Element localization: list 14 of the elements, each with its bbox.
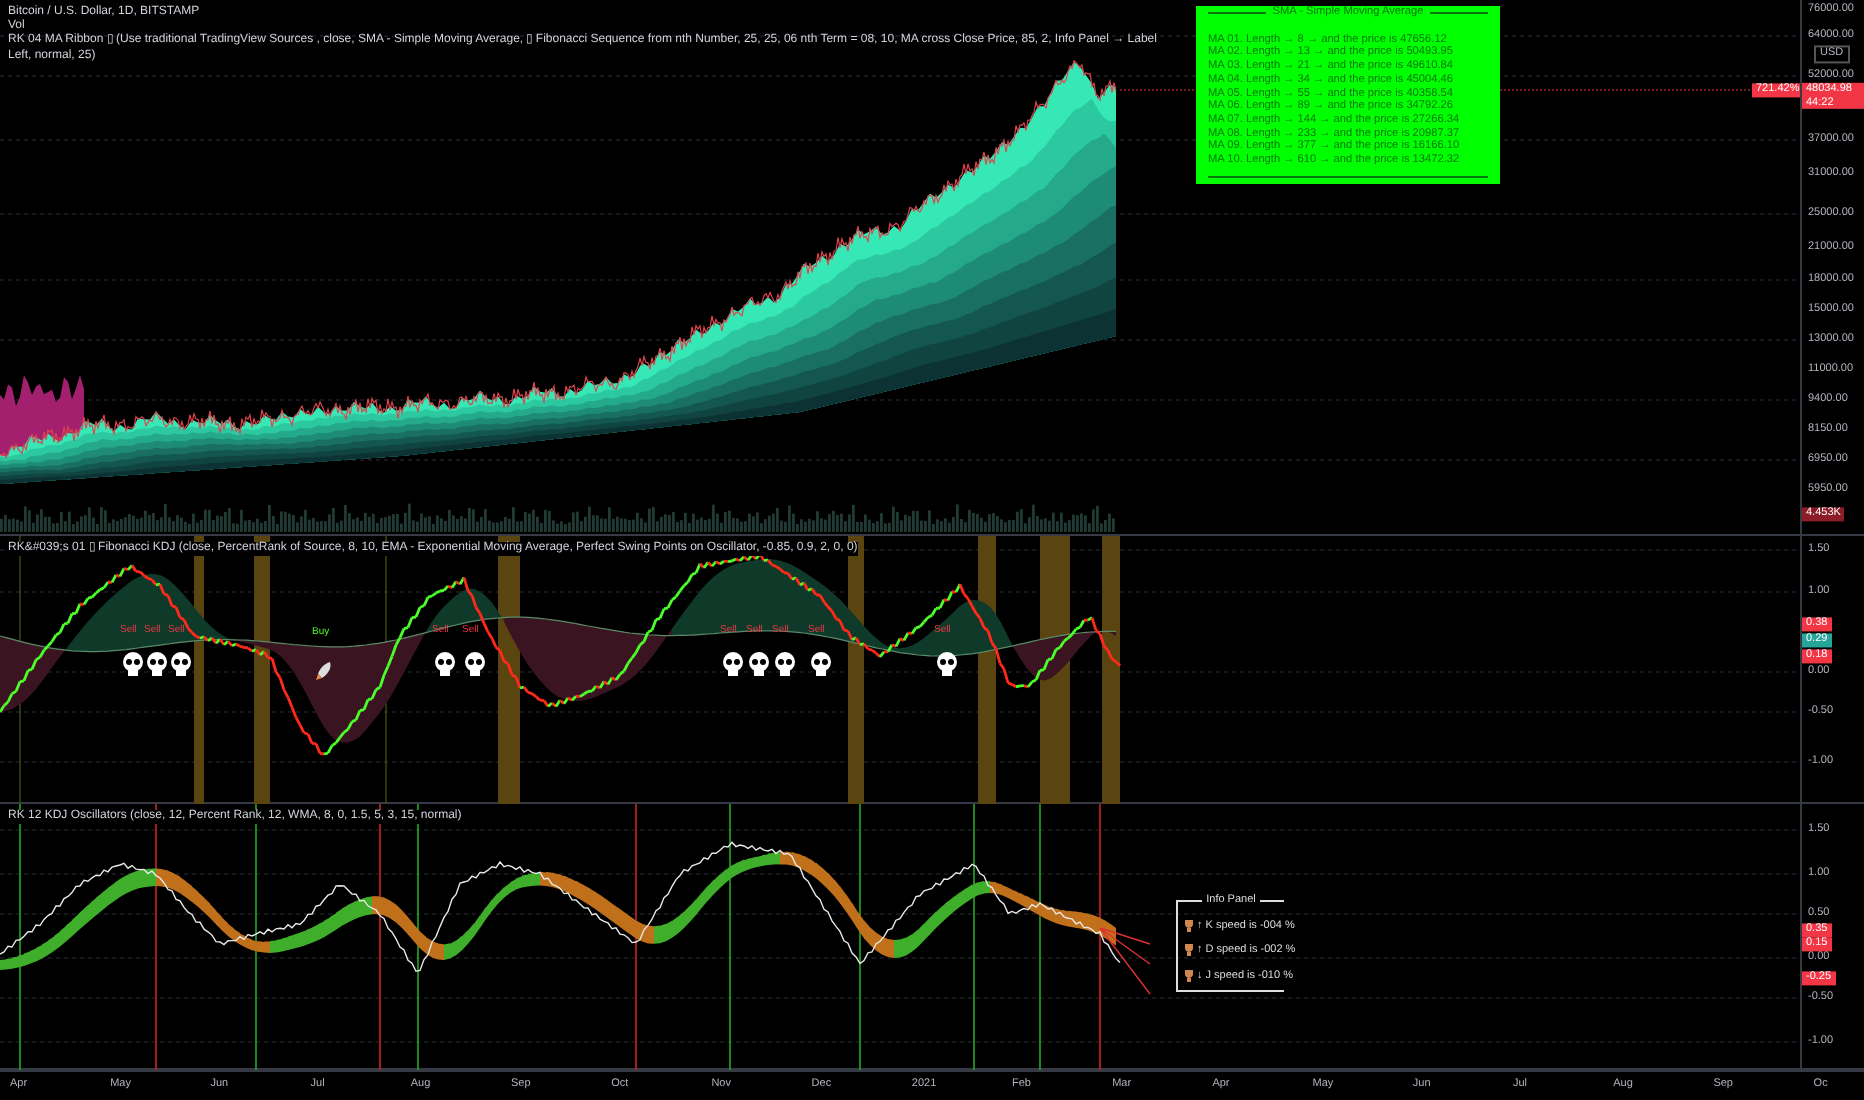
skull-icon <box>748 652 770 676</box>
skull-icon <box>122 652 144 676</box>
skull-icon <box>464 652 486 676</box>
skull-icon <box>146 652 168 676</box>
trophy-icon <box>1184 944 1194 957</box>
trophy-icon <box>1184 970 1194 983</box>
skull-icon <box>774 652 796 676</box>
skull-icon <box>434 652 456 676</box>
skull-icon <box>810 652 832 676</box>
skull-icon <box>170 652 192 676</box>
skull-icon <box>936 652 958 676</box>
skull-icon <box>722 652 744 676</box>
trophy-icon <box>1184 919 1194 932</box>
rocket-icon <box>314 660 334 684</box>
